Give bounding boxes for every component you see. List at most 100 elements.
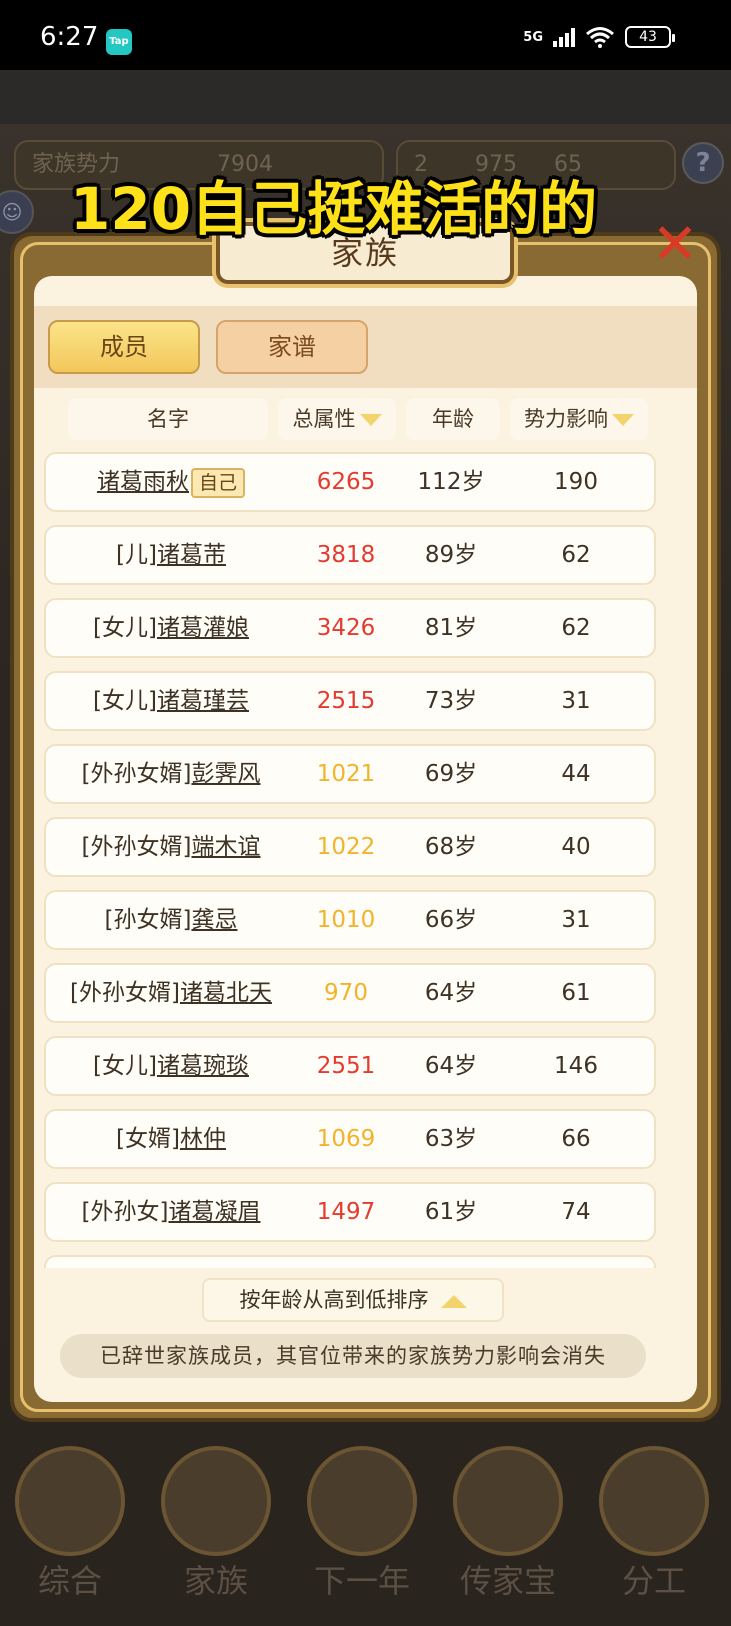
member-name-link[interactable]: 林仲 bbox=[180, 1126, 226, 1152]
member-influence: 31 bbox=[561, 907, 591, 933]
member-attr: 6265 bbox=[316, 469, 376, 495]
member-row[interactable]: [女儿]诸葛琬琰 2551 64岁 146 bbox=[44, 1036, 656, 1096]
member-age: 66岁 bbox=[424, 907, 478, 933]
member-influence: 44 bbox=[561, 761, 591, 787]
member-age: 68岁 bbox=[424, 834, 478, 860]
member-row[interactable]: [女儿]诸葛瑾芸 2515 73岁 31 bbox=[44, 671, 656, 731]
member-influence: 62 bbox=[561, 542, 591, 568]
member-name-link[interactable]: 诸葛瑾芸 bbox=[157, 688, 249, 714]
member-attr: 1010 bbox=[316, 907, 376, 933]
member-age: 112岁 bbox=[417, 469, 485, 495]
member-name-cell: [女儿]诸葛瑾芸 bbox=[46, 673, 296, 729]
family-dialog: 成员 家谱 名字 总属性 年龄 势力影响 诸葛雨秋 自己 6265 112岁 190 [儿… bbox=[34, 276, 697, 1402]
member-row[interactable]: [孙女婿]龚忌 1010 66岁 31 bbox=[44, 890, 656, 950]
member-age: 61岁 bbox=[424, 1199, 478, 1225]
nav-item[interactable]: 分工 bbox=[584, 1436, 724, 1626]
member-relation: [外孙女婿] bbox=[81, 834, 192, 860]
sort-label: 按年龄从高到低排序 bbox=[239, 1288, 429, 1312]
col-influence[interactable]: 势力影响 bbox=[510, 398, 648, 440]
nav-label: 综合 bbox=[37, 1562, 102, 1600]
member-name-cell: [女婿]林仲 bbox=[46, 1111, 296, 1167]
member-list[interactable]: 诸葛雨秋 自己 6265 112岁 190 [儿]诸葛芾 3818 89岁 62 [女儿]诸葛灌娘… bbox=[34, 448, 697, 1268]
wifi-icon bbox=[586, 27, 614, 48]
member-relation: [外孙女婿] bbox=[70, 980, 180, 1006]
member-attr: 3426 bbox=[316, 615, 376, 641]
nav-label: 传家宝 bbox=[459, 1562, 556, 1600]
nav-item[interactable]: 综合 bbox=[0, 1436, 140, 1626]
member-row[interactable]: [外孙女婿]诸葛北天 970 64岁 61 bbox=[44, 963, 656, 1023]
member-row[interactable]: [外孙女婿]端木谊 1022 68岁 40 bbox=[44, 817, 656, 877]
sort-up-icon bbox=[440, 1294, 467, 1308]
taptap-icon: Tap bbox=[106, 29, 132, 55]
member-row[interactable]: [女婿]林仲 1069 63岁 66 bbox=[44, 1109, 656, 1169]
member-name-cell: [外孙女婿]端木谊 bbox=[46, 819, 296, 875]
nav-item[interactable]: 传家宝 bbox=[438, 1436, 578, 1626]
member-name-link[interactable]: 诸葛灌娘 bbox=[157, 615, 249, 641]
network-type: 5G bbox=[523, 29, 543, 45]
member-name-link[interactable]: 龚忌 bbox=[191, 907, 237, 933]
member-relation: [儿] bbox=[116, 542, 157, 568]
member-attr: 2551 bbox=[316, 1053, 376, 1079]
member-influence: 62 bbox=[561, 615, 591, 641]
status-bar: 6:27 Tap 5G 43 bbox=[0, 0, 731, 70]
member-name-link[interactable]: 端木谊 bbox=[191, 834, 260, 860]
nav-icon bbox=[15, 1446, 125, 1556]
member-name-cell: 诸葛雨秋 自己 bbox=[46, 454, 296, 510]
tab-family-tree[interactable]: 家谱 bbox=[216, 320, 368, 374]
member-relation: [女儿] bbox=[93, 615, 157, 641]
member-row[interactable]: [女儿]诸葛灌娘 3426 81岁 62 bbox=[44, 598, 656, 658]
member-name-link[interactable]: 诸葛琬琰 bbox=[157, 1053, 249, 1079]
member-age: 73岁 bbox=[424, 688, 478, 714]
bottom-nav: 综合 家族 下一年 传家宝 分工 bbox=[0, 1436, 731, 1626]
member-name-link[interactable]: 诸葛凝眉 bbox=[168, 1199, 260, 1225]
member-name-link[interactable]: 诸葛北天 bbox=[180, 980, 272, 1006]
close-icon[interactable]: ✕ bbox=[640, 210, 710, 280]
member-name-cell: [女儿]诸葛琬琰 bbox=[46, 1038, 296, 1094]
nav-item[interactable]: 家族 bbox=[146, 1436, 286, 1626]
nav-icon bbox=[599, 1446, 709, 1556]
member-row[interactable]: [外孙女]诸葛玟茵1360 61岁 140 bbox=[44, 1255, 656, 1268]
member-attr: 970 bbox=[324, 980, 368, 1006]
sort-button[interactable]: 按年龄从高到低排序 bbox=[202, 1278, 504, 1322]
member-attr: 2515 bbox=[316, 688, 376, 714]
member-attr: 1360 bbox=[296, 1257, 396, 1268]
member-name-cell: [外孙女婿]彭霁风 bbox=[46, 746, 296, 802]
video-caption: 120自己挺难活的的 bbox=[70, 175, 598, 243]
member-row[interactable]: 诸葛雨秋 自己 6265 112岁 190 bbox=[44, 452, 656, 512]
col-total-attr[interactable]: 总属性 bbox=[278, 398, 396, 440]
tab-members[interactable]: 成员 bbox=[48, 320, 200, 374]
member-relation: [女儿] bbox=[93, 688, 157, 714]
status-icons: 5G 43 bbox=[523, 26, 675, 48]
top-band bbox=[0, 70, 731, 124]
nav-label: 分工 bbox=[621, 1562, 686, 1600]
col-age[interactable]: 年龄 bbox=[406, 398, 500, 440]
nav-item[interactable]: 下一年 bbox=[292, 1436, 432, 1626]
nav-icon bbox=[161, 1446, 271, 1556]
nav-icon bbox=[307, 1446, 417, 1556]
member-age: 64岁 bbox=[424, 1053, 478, 1079]
member-attr: 1022 bbox=[316, 834, 376, 860]
member-name-link[interactable]: 彭霁风 bbox=[191, 761, 260, 787]
member-row[interactable]: [外孙女]诸葛凝眉 1497 61岁 74 bbox=[44, 1182, 656, 1242]
member-relation: [外孙女婿] bbox=[81, 761, 192, 787]
member-row[interactable]: [儿]诸葛芾 3818 89岁 62 bbox=[44, 525, 656, 585]
member-name-cell: [孙女婿]龚忌 bbox=[46, 892, 296, 948]
member-attr: 1497 bbox=[316, 1199, 376, 1225]
member-name-link[interactable]: 诸葛雨秋 bbox=[97, 469, 189, 495]
member-influence: 61 bbox=[561, 980, 591, 1006]
member-name-link[interactable]: 诸葛芾 bbox=[157, 542, 226, 568]
battery-icon: 43 bbox=[625, 26, 675, 48]
member-name-cell: [外孙女]诸葛凝眉 bbox=[46, 1184, 296, 1240]
col-name: 名字 bbox=[68, 398, 268, 440]
member-influence: 74 bbox=[561, 1199, 591, 1225]
self-badge: 自己 bbox=[190, 467, 245, 498]
member-influence: 146 bbox=[554, 1053, 598, 1079]
member-name-cell: [儿]诸葛芾 bbox=[46, 527, 296, 583]
member-age: 89岁 bbox=[424, 542, 478, 568]
member-name-cell: [外孙女]诸葛玟茵 bbox=[46, 1257, 296, 1268]
notice-text: 已辞世家族成员，其官位带来的家族势力影响会消失 bbox=[60, 1334, 646, 1378]
member-row[interactable]: [外孙女婿]彭霁风 1021 69岁 44 bbox=[44, 744, 656, 804]
tab-bar: 成员 家谱 bbox=[34, 306, 697, 388]
member-influence: 190 bbox=[554, 469, 598, 495]
member-attr: 3818 bbox=[316, 542, 376, 568]
